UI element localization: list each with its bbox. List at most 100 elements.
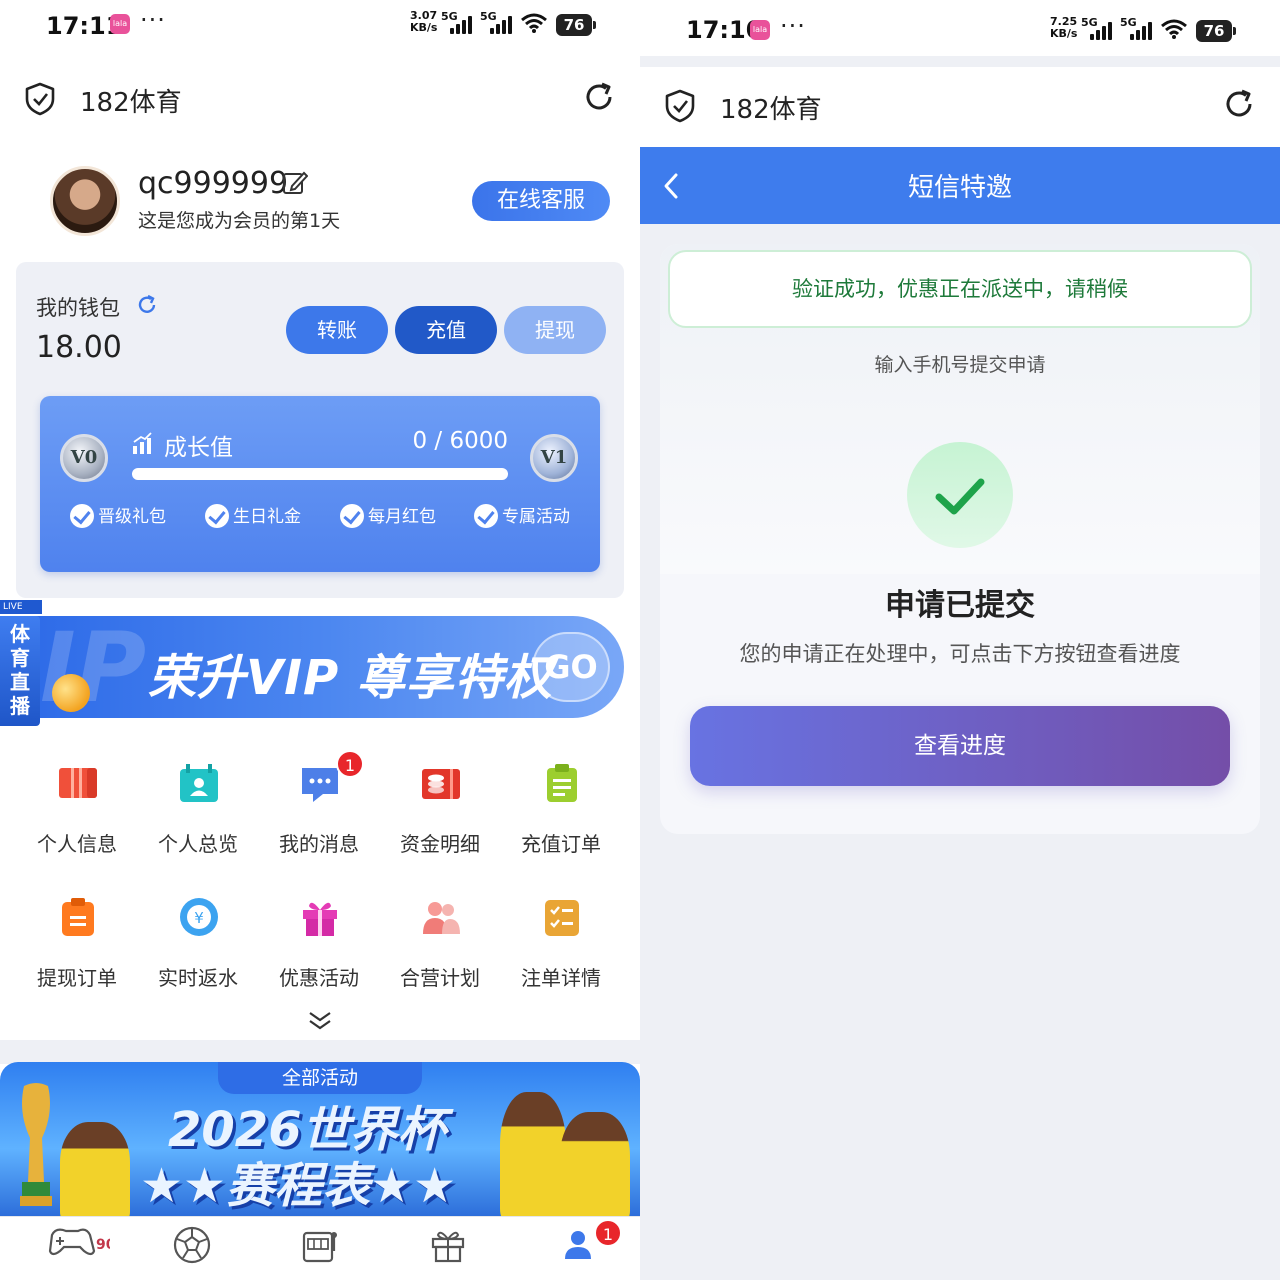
shield-icon	[25, 82, 55, 116]
member-days-text: 这是您成为会员的第1天	[138, 210, 341, 232]
bottom-navigation: 90 1	[0, 1216, 640, 1280]
gamepad-icon: 90	[48, 1228, 110, 1256]
trophy-icon	[20, 1083, 52, 1206]
grid-label: 实时返水	[158, 966, 238, 990]
page-title: 短信特邀	[907, 173, 1012, 203]
wallet-title: 我的钱包	[36, 296, 120, 320]
growth-card: V0 成长值 0 / 6000 V1 晋级礼包 生日礼金 每月红包 专属活动	[40, 396, 600, 572]
message-icon	[302, 768, 338, 802]
section-separator	[0, 1040, 640, 1064]
grid-withdraw-orders[interactable]: 提现订单	[22, 896, 132, 996]
gift-icon	[303, 902, 337, 936]
nav-slots[interactable]	[280, 1225, 360, 1280]
edit-icon[interactable]	[282, 170, 308, 196]
grid-recharge-orders[interactable]: 充值订单	[506, 762, 616, 862]
growth-chart-icon	[133, 432, 152, 454]
check-icon	[474, 504, 498, 528]
grid-promotions[interactable]: 优惠活动	[264, 896, 374, 996]
svg-text:¥: ¥	[194, 909, 204, 927]
success-check-icon	[907, 442, 1013, 548]
sms-invite-screen: 17:10 lala ··· 7.25 KB/s 5G 5G 76 182体育 短…	[640, 0, 1280, 1280]
profile-notification-badge: 1	[594, 1219, 622, 1247]
grid-personal-info[interactable]: 个人信息	[22, 762, 132, 862]
grid-funds-detail[interactable]: 资金明细	[385, 762, 495, 862]
withdraw-button[interactable]: 提现	[504, 306, 606, 354]
network-speed: 3.07 KB/s	[410, 9, 438, 34]
gift-box-icon	[431, 1231, 465, 1263]
online-support-button[interactable]: 在线客服	[472, 181, 610, 221]
nav-profile[interactable]: 1	[538, 1219, 622, 1280]
signal-icon-1	[1090, 22, 1116, 40]
perk-monthly-redpacket: 每月红包	[340, 502, 436, 528]
player-figure	[560, 1112, 630, 1220]
app-title: 182体育	[80, 88, 182, 118]
signal-icon-2	[1130, 22, 1156, 40]
username: qc999999	[138, 166, 289, 201]
grid-label: 优惠活动	[279, 966, 359, 990]
check-icon	[205, 504, 229, 528]
grid-label: 提现订单	[37, 966, 117, 990]
check-icon	[340, 504, 364, 528]
nav-promotions[interactable]	[408, 1225, 488, 1280]
status-bar: 17:11 lala ··· 3.07 KB/s 5G 5G 76	[0, 0, 640, 56]
card-subtitle: 输入手机号提交申请	[874, 354, 1046, 376]
funds-icon	[422, 769, 460, 799]
player-figure	[500, 1092, 566, 1220]
withdraw-order-icon	[62, 898, 94, 936]
app-notification-icon: lala	[750, 20, 770, 40]
world-cup-banner[interactable]: 全部活动 2026世界杯 ★★赛程表★★	[0, 1062, 640, 1220]
vip-level-badge-current: V0	[60, 434, 108, 482]
calendar-user-icon	[180, 764, 218, 802]
grid-bet-details[interactable]: 注单详情	[506, 896, 616, 996]
battery-icon: 76	[556, 14, 596, 36]
wallet-balance: 18.00	[36, 330, 122, 365]
battery-icon: 76	[1196, 20, 1236, 42]
expand-chevron-icon[interactable]	[306, 1010, 334, 1032]
partners-icon	[423, 902, 460, 934]
perk-upgrade-gift: 晋级礼包	[70, 502, 166, 528]
vip-upgrade-banner[interactable]: IP 荣升VIP 尊享特权 GO	[30, 616, 624, 718]
user-icon	[565, 1231, 591, 1259]
success-banner: 验证成功，优惠正在派送中，请稍候	[668, 250, 1252, 328]
avatar[interactable]	[50, 166, 120, 236]
refresh-icon[interactable]	[1222, 87, 1256, 121]
recharge-button[interactable]: 充值	[395, 306, 497, 354]
grid-label: 个人总览	[158, 832, 238, 856]
vip-go-button[interactable]: GO	[532, 632, 610, 702]
rebate-icon: ¥	[180, 898, 218, 936]
slot-machine-icon	[302, 1231, 337, 1263]
grid-overview[interactable]: 个人总览	[143, 762, 253, 862]
clipboard-icon	[547, 764, 577, 802]
grid-label: 我的消息	[279, 832, 359, 856]
page-header: 短信特邀	[640, 147, 1280, 224]
view-progress-button[interactable]: 查看进度	[690, 706, 1230, 786]
growth-progress-bar	[132, 468, 508, 480]
wallet-refresh-icon[interactable]	[136, 294, 158, 316]
perk-exclusive-activity: 专属活动	[474, 502, 570, 528]
grid-messages[interactable]: 我的消息 1	[264, 750, 374, 862]
growth-label: 成长值	[164, 435, 233, 461]
id-card-icon	[59, 768, 97, 798]
refresh-icon[interactable]	[582, 80, 616, 114]
grid-label: 个人信息	[37, 832, 117, 856]
soccer-ball-icon	[173, 1226, 211, 1264]
sports-live-label: 体育直播	[0, 616, 40, 726]
svg-text:90: 90	[96, 1237, 110, 1253]
sports-live-tag[interactable]: LIVE 体育直播	[0, 600, 42, 728]
check-icon	[70, 504, 94, 528]
grid-label: 资金明细	[400, 832, 480, 856]
nav-games[interactable]: 90	[38, 1225, 118, 1280]
grid-realtime-rebate[interactable]: ¥ 实时返水	[143, 896, 253, 996]
transfer-button[interactable]: 转账	[286, 306, 388, 354]
nav-sports[interactable]	[152, 1225, 232, 1280]
wifi-icon	[1161, 19, 1187, 39]
growth-value: 0 / 6000	[412, 428, 508, 454]
wallet-card: 我的钱包 18.00 转账 充值 提现 V0 成长值 0 / 6000 V1 晋…	[16, 262, 624, 598]
submitted-description: 您的申请正在处理中，可点击下方按钮查看进度	[739, 642, 1181, 666]
network-speed: 7.25 KB/s	[1050, 15, 1078, 40]
app-notification-icon: lala	[110, 14, 130, 34]
more-notifications-icon: ···	[780, 12, 806, 40]
grid-partnership[interactable]: 合营计划	[385, 896, 495, 996]
submitted-heading: 申请已提交	[885, 588, 1035, 623]
app-bar: 182体育	[0, 60, 640, 140]
